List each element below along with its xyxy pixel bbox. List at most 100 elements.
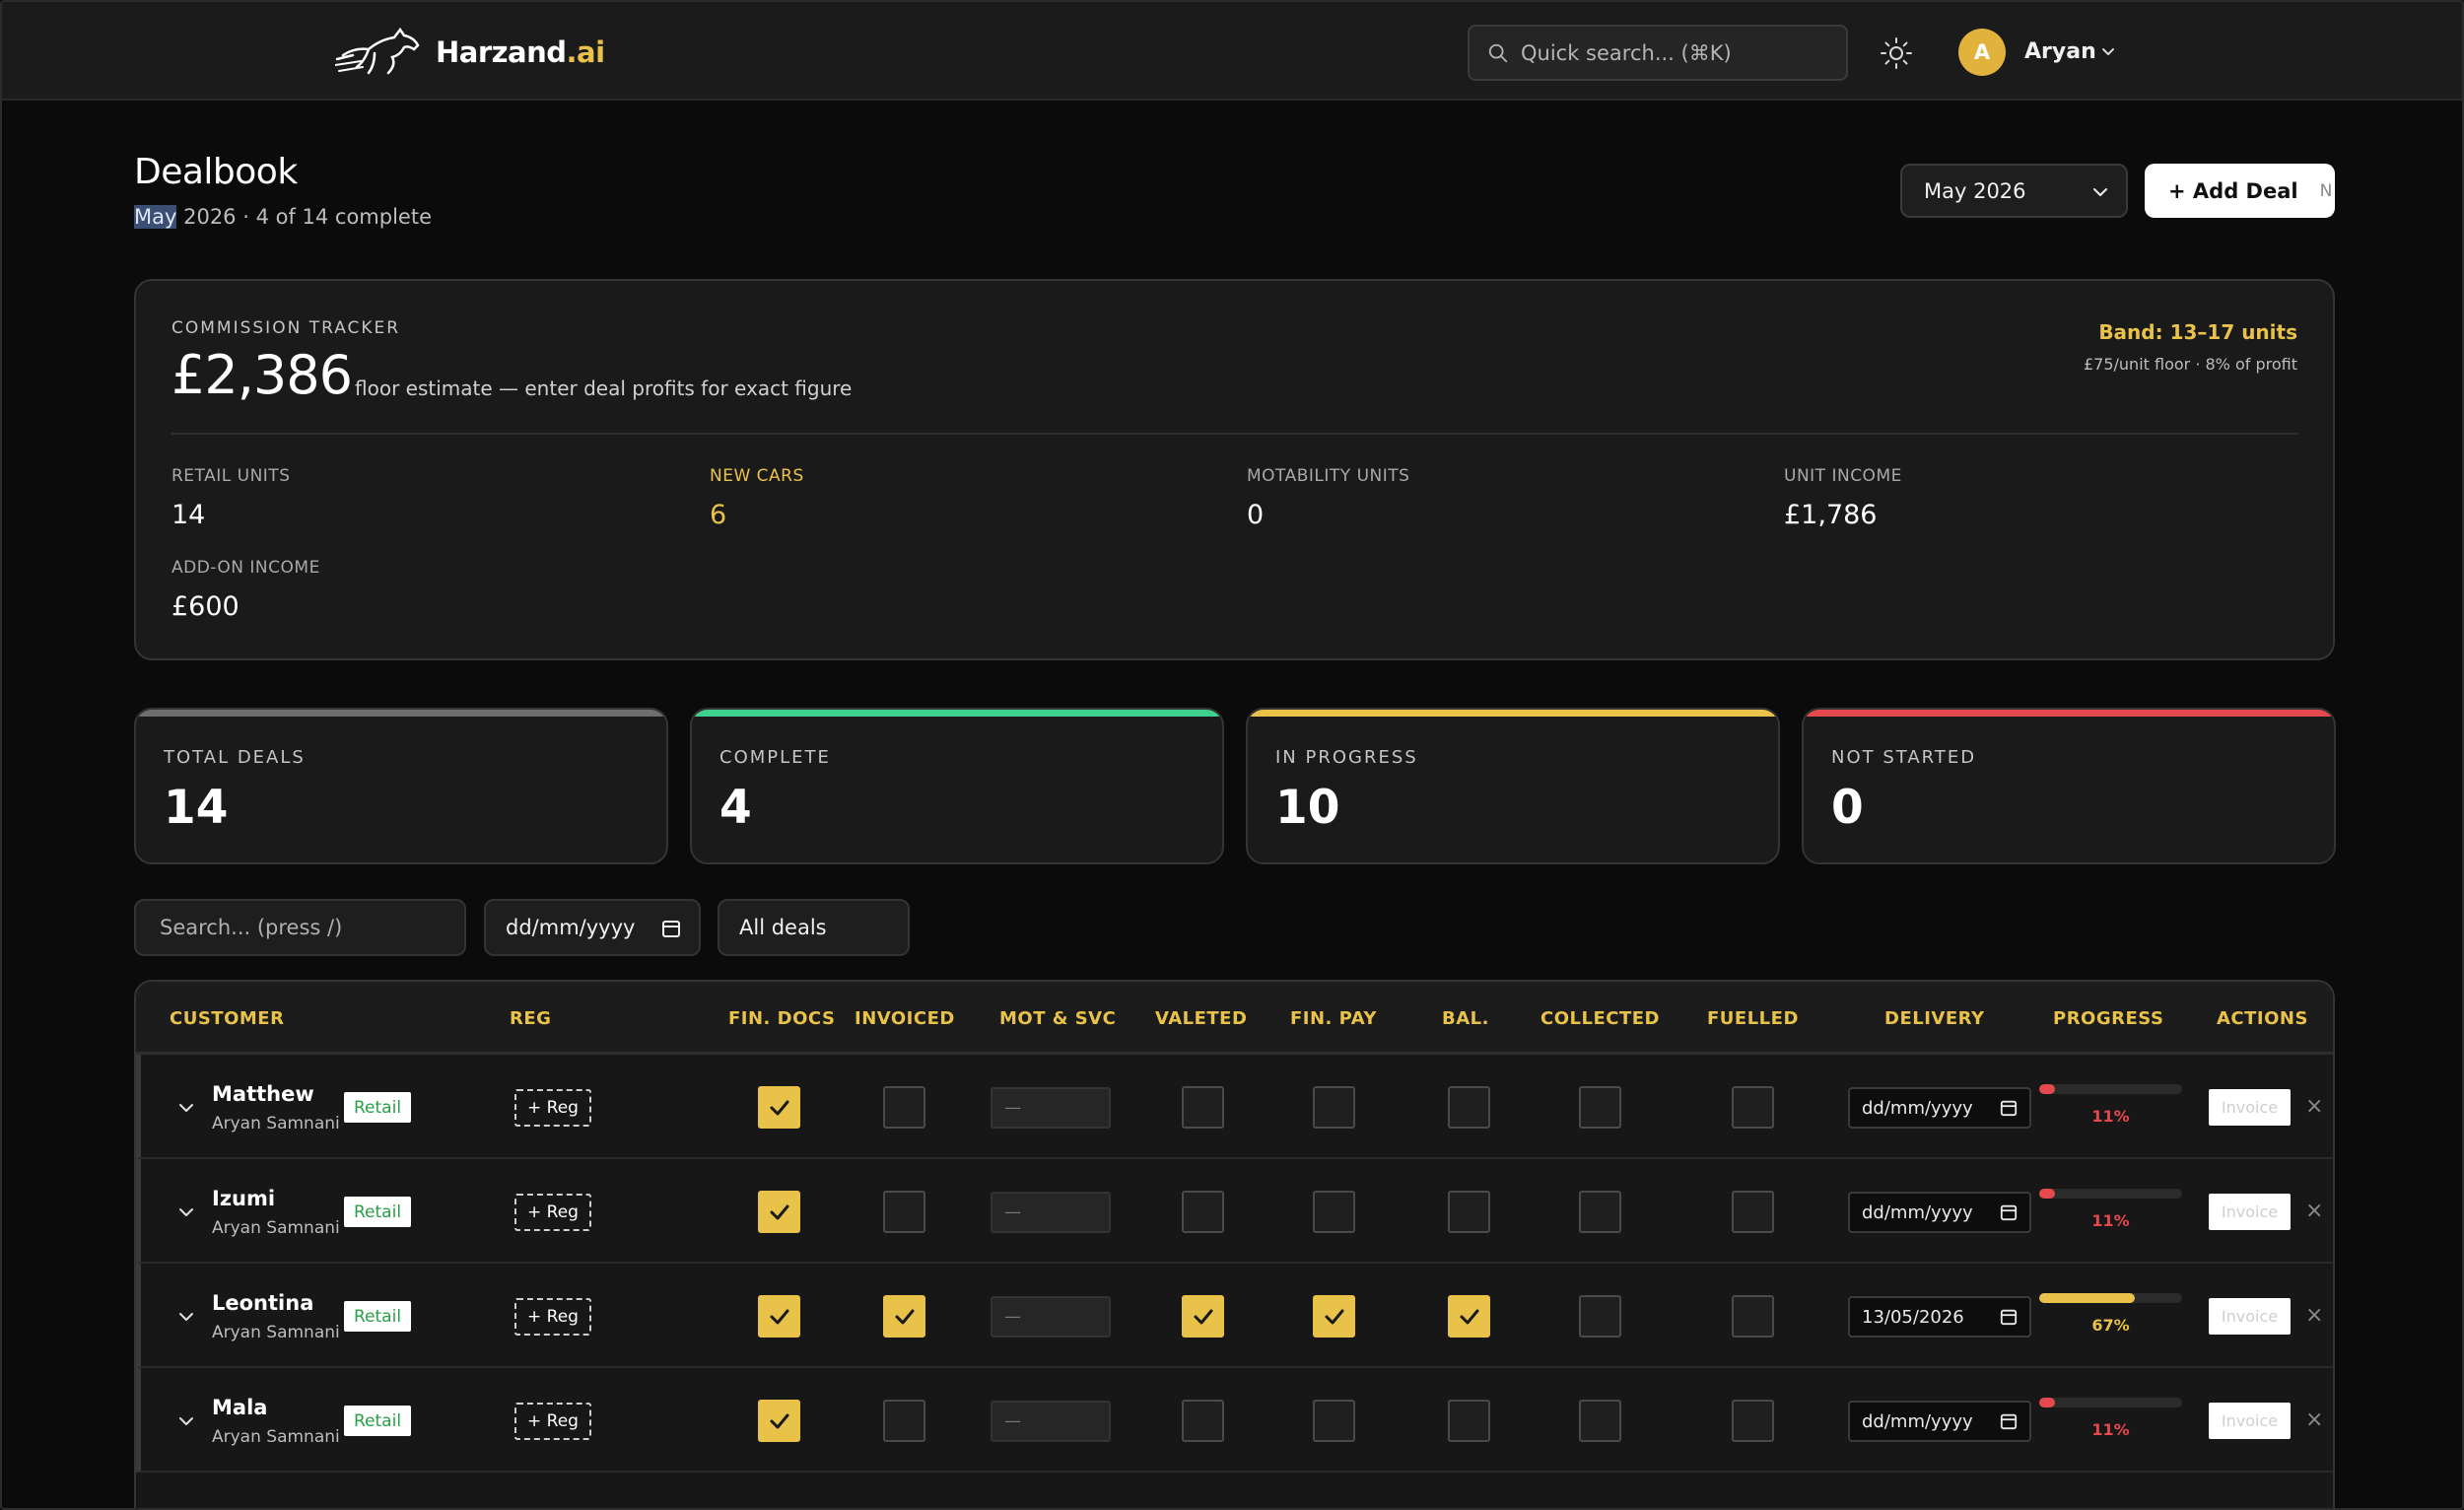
add-deal-button[interactable]: + Add Deal N xyxy=(2145,164,2335,218)
add-reg-button[interactable]: + Reg xyxy=(514,1089,591,1127)
column-header[interactable]: DELIVERY xyxy=(1884,1008,1985,1029)
chevron-down-icon[interactable] xyxy=(176,1411,196,1431)
balance-checkbox[interactable] xyxy=(1448,1086,1490,1129)
brand-name: Harzand.ai xyxy=(436,35,605,69)
chevron-down-icon[interactable] xyxy=(176,1098,196,1118)
column-header[interactable]: FIN. PAY xyxy=(1290,1008,1377,1029)
chevron-down-icon[interactable] xyxy=(2099,43,2117,61)
calendar-icon[interactable] xyxy=(2000,1412,2018,1430)
mot-service-input[interactable]: — xyxy=(991,1192,1111,1233)
calendar-icon[interactable] xyxy=(2000,1099,2018,1117)
customer-name[interactable]: Leontina xyxy=(212,1291,313,1315)
invoice-button[interactable]: Invoice xyxy=(2209,1403,2291,1439)
close-icon[interactable]: × xyxy=(2305,1094,2323,1119)
invoice-button[interactable]: Invoice xyxy=(2209,1194,2291,1230)
customer-owner: Aryan Samnani xyxy=(212,1323,340,1342)
column-header[interactable]: CUSTOMER xyxy=(170,1008,284,1029)
month-select[interactable]: May 2026 xyxy=(1900,164,2128,218)
delivery-date-input[interactable]: dd/mm/yyyy xyxy=(1848,1192,2031,1233)
calendar-icon[interactable] xyxy=(2000,1308,2018,1326)
column-header[interactable]: COLLECTED xyxy=(1540,1008,1660,1029)
fin-docs-checkbox[interactable] xyxy=(758,1086,800,1129)
invoice-button[interactable]: Invoice xyxy=(2209,1298,2291,1335)
collected-checkbox[interactable] xyxy=(1579,1295,1621,1338)
invoiced-checkbox[interactable] xyxy=(883,1191,925,1233)
table-row[interactable]: Izumi Aryan Samnani Retail + Reg — dd/mm/yyyy… xyxy=(136,1159,2333,1264)
calendar-icon[interactable] xyxy=(2000,1203,2018,1221)
brand-logo[interactable]: Harzand.ai xyxy=(335,26,605,79)
fin-pay-checkbox[interactable] xyxy=(1313,1191,1355,1233)
progress-bar-fill xyxy=(2039,1084,2055,1094)
sun-icon[interactable] xyxy=(1880,36,1913,70)
table-row[interactable]: Mala Aryan Samnani Retail + Reg — dd/mm/yyyy 1… xyxy=(136,1368,2333,1473)
mot-service-input[interactable]: — xyxy=(991,1087,1111,1129)
collected-checkbox[interactable] xyxy=(1579,1400,1621,1442)
table-header: CUSTOMER REG FIN. DOCS INVOICED MOT & SV… xyxy=(136,982,2333,1055)
customer-owner: Aryan Samnani xyxy=(212,1218,340,1238)
table-row[interactable]: Matthew Aryan Samnani Retail + Reg — dd/mm/yy… xyxy=(136,1055,2333,1159)
mot-service-input[interactable]: — xyxy=(991,1296,1111,1338)
close-icon[interactable]: × xyxy=(2305,1199,2323,1223)
fin-pay-checkbox[interactable] xyxy=(1313,1295,1355,1338)
fin-pay-checkbox[interactable] xyxy=(1313,1086,1355,1129)
fuelled-checkbox[interactable] xyxy=(1732,1400,1774,1442)
chevron-down-icon[interactable] xyxy=(176,1202,196,1222)
user-name[interactable]: Aryan xyxy=(2024,39,2096,64)
progress-bar xyxy=(2039,1189,2182,1199)
fin-docs-checkbox[interactable] xyxy=(758,1295,800,1338)
card-not-started: NOT STARTED 0 xyxy=(1802,708,2336,864)
balance-checkbox[interactable] xyxy=(1448,1295,1490,1338)
quick-search-input[interactable]: Quick search... (⌘K) xyxy=(1468,25,1848,81)
column-header[interactable]: BAL. xyxy=(1442,1008,1489,1029)
valeted-checkbox[interactable] xyxy=(1182,1295,1224,1338)
user-avatar[interactable]: A xyxy=(1958,29,2006,76)
column-header[interactable]: FUELLED xyxy=(1707,1008,1799,1029)
balance-checkbox[interactable] xyxy=(1448,1400,1490,1442)
invoiced-checkbox[interactable] xyxy=(883,1086,925,1129)
fin-docs-checkbox[interactable] xyxy=(758,1191,800,1233)
column-header[interactable]: VALETED xyxy=(1155,1008,1247,1029)
deal-status-filter[interactable]: All deals xyxy=(718,899,910,956)
column-header[interactable]: REG xyxy=(510,1008,551,1029)
invoiced-checkbox[interactable] xyxy=(883,1400,925,1442)
column-header[interactable]: ACTIONS xyxy=(2217,1008,2308,1029)
collected-checkbox[interactable] xyxy=(1579,1086,1621,1129)
search-icon xyxy=(1488,43,1508,62)
table-row[interactable]: Leontina Aryan Samnani Retail + Reg — 13/05/2… xyxy=(136,1264,2333,1368)
date-filter-input[interactable]: dd/mm/yyyy xyxy=(484,899,701,956)
customer-name[interactable]: Izumi xyxy=(212,1187,275,1210)
column-header[interactable]: MOT & SVC xyxy=(999,1008,1116,1029)
valeted-checkbox[interactable] xyxy=(1182,1086,1224,1129)
fuelled-checkbox[interactable] xyxy=(1732,1086,1774,1129)
column-header[interactable]: PROGRESS xyxy=(2053,1008,2163,1029)
column-header[interactable]: INVOICED xyxy=(855,1008,955,1029)
customer-name[interactable]: Mala xyxy=(212,1396,267,1419)
fuelled-checkbox[interactable] xyxy=(1732,1295,1774,1338)
delivery-date-input[interactable]: dd/mm/yyyy xyxy=(1848,1087,2031,1129)
close-icon[interactable]: × xyxy=(2305,1303,2323,1328)
add-reg-button[interactable]: + Reg xyxy=(514,1194,591,1231)
valeted-checkbox[interactable] xyxy=(1182,1191,1224,1233)
collected-checkbox[interactable] xyxy=(1579,1191,1621,1233)
balance-checkbox[interactable] xyxy=(1448,1191,1490,1233)
deal-search-input[interactable]: Search... (press /) xyxy=(134,899,466,956)
add-reg-button[interactable]: + Reg xyxy=(514,1298,591,1336)
close-icon[interactable]: × xyxy=(2305,1407,2323,1432)
fin-pay-checkbox[interactable] xyxy=(1313,1400,1355,1442)
card-total-deals: TOTAL DEALS 14 xyxy=(134,708,668,864)
delivery-date-input[interactable]: 13/05/2026 xyxy=(1848,1296,2031,1338)
chevron-down-icon[interactable] xyxy=(176,1307,196,1327)
progress-percent: 67% xyxy=(2091,1316,2130,1335)
invoice-button[interactable]: Invoice xyxy=(2209,1089,2291,1126)
fin-docs-checkbox[interactable] xyxy=(758,1400,800,1442)
delivery-date-input[interactable]: dd/mm/yyyy xyxy=(1848,1401,2031,1442)
valeted-checkbox[interactable] xyxy=(1182,1400,1224,1442)
add-reg-button[interactable]: + Reg xyxy=(514,1403,591,1440)
calendar-icon[interactable] xyxy=(661,919,681,938)
mot-service-input[interactable]: — xyxy=(991,1401,1111,1442)
invoiced-checkbox[interactable] xyxy=(883,1295,925,1338)
column-header[interactable]: FIN. DOCS xyxy=(728,1008,835,1029)
fuelled-checkbox[interactable] xyxy=(1732,1191,1774,1233)
top-navigation-bar: Harzand.ai Quick search... (⌘K) A Aryan xyxy=(2,2,2462,101)
customer-name[interactable]: Matthew xyxy=(212,1082,314,1106)
